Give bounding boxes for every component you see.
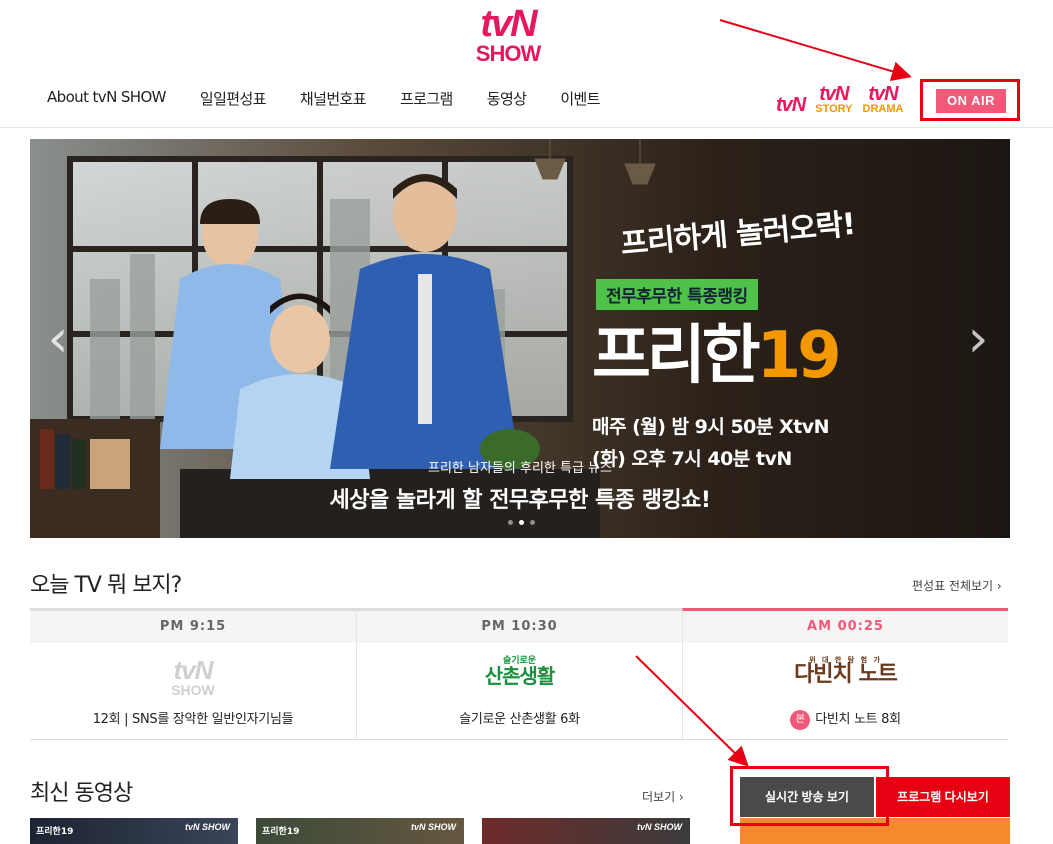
nav-videos[interactable]: 동영상: [487, 88, 527, 109]
program-logo-top: tvN: [173, 655, 214, 685]
channel-tvn-drama-logo[interactable]: tvN DRAMA: [863, 84, 904, 115]
program-logo-bottom: 산촌생활: [484, 664, 556, 688]
onair-button[interactable]: ON AIR: [936, 89, 1006, 113]
thumb-right-label: tvN SHOW: [411, 822, 456, 832]
channel-drama-text: DRAMA: [862, 103, 904, 115]
channel-story-tvn-text: tvN: [819, 83, 849, 105]
channel-story-text: STORY: [815, 103, 853, 115]
schedule-card[interactable]: PM 10:30 슬기로운 산촌생활 슬기로운 산촌생활 6화: [356, 608, 682, 740]
schedule-card[interactable]: PM 9:15 tvN SHOW 12회 | SNS를 장악한 일반인자기님들: [30, 608, 356, 740]
annotation-arrow-onair: [719, 19, 912, 82]
banner-next-arrow-icon[interactable]: ›: [958, 309, 998, 369]
program-logo-davinci: 위 대 한 탐 험 가 다빈치 노트: [683, 657, 1008, 703]
nav-programs[interactable]: 프로그램: [400, 88, 453, 109]
nav-about[interactable]: About tvN SHOW: [47, 88, 167, 109]
thumb-right-label: tvN SHOW: [185, 822, 230, 832]
thumb-right-label: tvN SHOW: [637, 822, 682, 832]
schedule-time: PM 10:30: [357, 611, 682, 643]
program-name: 다빈치 노트 8회: [815, 712, 901, 727]
nav-events[interactable]: 이벤트: [560, 88, 600, 109]
program-logo-sanchon: 슬기로운 산촌생활: [357, 657, 682, 703]
poster-title-word: 프리한: [592, 319, 761, 393]
nav-channel-numbers[interactable]: 채널번호표: [300, 88, 367, 109]
header-divider: [0, 127, 1053, 128]
banner-dot[interactable]: [530, 520, 535, 525]
schedule-time: AM 00:25: [683, 611, 1008, 643]
poster-title-number: 19: [756, 319, 842, 393]
program-name: 12회 | SNS를 장악한 일반인자기님들: [92, 712, 294, 727]
program-logo-tvn-show: tvN SHOW: [30, 657, 356, 703]
program-name: 슬기로운 산촌생활 6화: [459, 712, 580, 727]
channel-tvn-logo[interactable]: tvN: [776, 94, 806, 116]
schedule-all-link[interactable]: 편성표 전체보기 ›: [912, 577, 1002, 594]
hero-banner[interactable]: 프리하게 놀러오락! 전무후무한 특종랭킹 프리한19 매주 (월) 밤 9시 …: [30, 139, 1010, 538]
channel-logos: tvN tvN STORY tvN DRAMA: [776, 84, 913, 116]
premiere-badge: 본: [790, 709, 811, 730]
live-tab-highlight-box: [730, 766, 889, 826]
banner-pagination: [508, 520, 541, 525]
banner-illustration: [30, 139, 1010, 538]
banner-prev-arrow-icon[interactable]: ‹: [38, 309, 78, 369]
video-thumbnail[interactable]: 프리한19 tvN SHOW: [30, 818, 238, 844]
site-logo[interactable]: tvN SHOW: [463, 4, 553, 66]
onair-highlight-box: ON AIR: [920, 79, 1020, 121]
banner-title: 세상을 놀라게 할 전무후무한 특종 랭킹쇼!: [329, 488, 711, 513]
banner-dot[interactable]: [519, 520, 524, 525]
channel-drama-tvn-text: tvN: [868, 83, 898, 105]
today-schedule: PM 9:15 tvN SHOW 12회 | SNS를 장악한 일반인자기님들 …: [30, 608, 1008, 740]
video-thumbnail[interactable]: tvN SHOW: [482, 818, 690, 844]
channel-tvn-story-logo[interactable]: tvN STORY: [815, 84, 852, 115]
program-replay-tab[interactable]: 프로그램 다시보기: [876, 777, 1010, 817]
schedule-card-active[interactable]: AM 00:25 위 대 한 탐 험 가 다빈치 노트 본 다빈치 노트 8회: [682, 608, 1008, 740]
program-name-with-badge: 본 다빈치 노트 8회: [683, 708, 1008, 730]
latest-more-link[interactable]: 더보기 ›: [642, 788, 684, 805]
channel-tvn-text: tvN: [776, 94, 806, 116]
poster-title: 프리한19: [592, 304, 842, 396]
thumb-left-label: 프리한19: [36, 827, 74, 837]
today-section-title: 오늘 TV 뭐 보지?: [30, 573, 182, 598]
banner-dot[interactable]: [508, 520, 513, 525]
video-thumbnail[interactable]: 프리한19 tvN SHOW: [256, 818, 464, 844]
latest-videos-title: 최신 동영상: [30, 781, 133, 806]
schedule-time: PM 9:15: [30, 611, 356, 643]
logo-show-text: SHOW: [475, 41, 541, 66]
nav-daily-schedule[interactable]: 일일편성표: [200, 88, 267, 109]
main-nav: About tvN SHOW 일일편성표 채널번호표 프로그램 동영상 이벤트: [30, 88, 634, 109]
logo-tvn-text: tvN: [480, 3, 537, 45]
program-logo-bottom: 다빈치 노트: [794, 662, 898, 687]
banner-subtitle: 프리한 남자들의 후리한 특급 뉴스: [428, 461, 612, 476]
program-logo-bottom: SHOW: [171, 682, 215, 698]
page: tvN SHOW About tvN SHOW 일일편성표 채널번호표 프로그램…: [0, 0, 1053, 844]
poster-schedule-line1: 매주 (월) 밤 9시 50분 XtvN: [592, 416, 830, 438]
thumb-left-label: 프리한19: [262, 827, 300, 837]
